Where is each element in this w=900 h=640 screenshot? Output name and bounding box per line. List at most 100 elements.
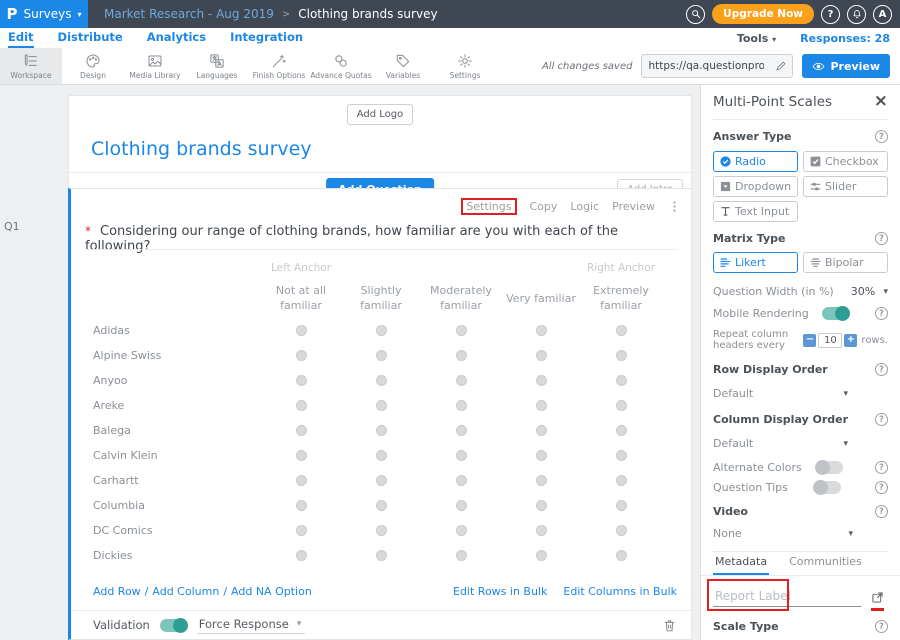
validation-toggle[interactable]	[160, 619, 187, 632]
radio-option[interactable]	[616, 425, 627, 436]
search-icon[interactable]	[686, 5, 705, 24]
help-icon[interactable]: ?	[875, 461, 888, 474]
radio-option[interactable]	[456, 550, 467, 561]
upgrade-now-button[interactable]: Upgrade Now	[712, 4, 814, 24]
help-icon[interactable]: ?	[875, 130, 888, 143]
survey-url-input[interactable]	[642, 60, 770, 72]
radio-option[interactable]	[456, 475, 467, 486]
radio-option[interactable]	[536, 375, 547, 386]
breadcrumb-parent[interactable]: Market Research - Aug 2019	[104, 7, 274, 21]
radio-option[interactable]	[296, 325, 307, 336]
radio-option[interactable]	[456, 425, 467, 436]
video-select[interactable]: None ▾	[713, 527, 853, 540]
radio-option[interactable]	[296, 500, 307, 511]
row-display-order-select[interactable]: Default ▾	[713, 387, 848, 400]
radio-option[interactable]	[456, 450, 467, 461]
radio-option[interactable]	[456, 500, 467, 511]
radio-option[interactable]	[616, 475, 627, 486]
radio-option[interactable]	[616, 375, 627, 386]
question-width-value[interactable]: 30%	[851, 285, 875, 298]
radio-option[interactable]	[376, 550, 387, 561]
help-button[interactable]: ?	[821, 5, 840, 24]
radio-option[interactable]	[456, 375, 467, 386]
help-icon[interactable]: ?	[875, 505, 888, 518]
survey-title[interactable]: Clothing brands survey	[91, 138, 691, 160]
edit-url-pencil-icon[interactable]	[770, 55, 792, 77]
answer-type-option-radio[interactable]: Radio	[713, 151, 798, 172]
radio-option[interactable]	[616, 400, 627, 411]
toolbar-item-media-library[interactable]: Media Library	[124, 48, 186, 84]
radio-option[interactable]	[536, 450, 547, 461]
question-tips-toggle[interactable]	[814, 481, 841, 494]
radio-option[interactable]	[296, 425, 307, 436]
matrix-type-option-likert[interactable]: Likert	[713, 252, 798, 273]
radio-option[interactable]	[296, 475, 307, 486]
question-action-copy[interactable]: Copy	[530, 200, 558, 213]
toolbar-item-finish-options[interactable]: Finish Options	[248, 48, 310, 84]
radio-option[interactable]	[376, 450, 387, 461]
help-icon[interactable]: ?	[875, 307, 888, 320]
add-logo-button[interactable]: Add Logo	[347, 104, 414, 125]
radio-option[interactable]	[376, 500, 387, 511]
radio-option[interactable]	[456, 525, 467, 536]
answer-type-option-text-input[interactable]: Text Input	[713, 201, 798, 222]
radio-option[interactable]	[296, 525, 307, 536]
help-icon[interactable]: ?	[875, 232, 888, 245]
radio-option[interactable]	[296, 450, 307, 461]
toolbar-item-design[interactable]: Design	[62, 48, 124, 84]
preview-button[interactable]: Preview	[802, 54, 890, 78]
nav-tab-distribute[interactable]: Distribute	[58, 28, 123, 48]
nav-tab-integration[interactable]: Integration	[230, 28, 303, 48]
radio-option[interactable]	[296, 350, 307, 361]
radio-option[interactable]	[536, 525, 547, 536]
answer-type-option-slider[interactable]: Slider	[803, 176, 888, 197]
radio-option[interactable]	[456, 325, 467, 336]
radio-option[interactable]	[376, 350, 387, 361]
column-display-order-select[interactable]: Default ▾	[713, 437, 848, 450]
help-icon[interactable]: ?	[875, 363, 888, 376]
add-column-link[interactable]: Add Column	[152, 585, 219, 598]
radio-option[interactable]	[296, 400, 307, 411]
radio-option[interactable]	[536, 325, 547, 336]
radio-option[interactable]	[456, 400, 467, 411]
responses-count[interactable]: Responses: 28	[800, 32, 890, 45]
radio-option[interactable]	[376, 425, 387, 436]
plus-button[interactable]: +	[844, 334, 857, 347]
radio-option[interactable]	[536, 425, 547, 436]
validation-type-dropdown[interactable]: Force Response ▾	[197, 617, 306, 634]
radio-option[interactable]	[376, 375, 387, 386]
more-options-kebab-icon[interactable]	[668, 200, 681, 213]
toolbar-item-variables[interactable]: Variables	[372, 48, 434, 84]
matrix-type-option-bipolar[interactable]: Bipolar	[803, 252, 888, 273]
radio-option[interactable]	[296, 550, 307, 561]
chevron-down-icon[interactable]: ▾	[883, 287, 888, 297]
nav-tab-analytics[interactable]: Analytics	[147, 28, 206, 48]
tools-menu[interactable]: Tools ▾	[737, 32, 776, 45]
tab-metadata[interactable]: Metadata	[713, 551, 769, 575]
mobile-rendering-toggle[interactable]	[822, 307, 849, 320]
radio-option[interactable]	[536, 500, 547, 511]
minus-button[interactable]: −	[803, 334, 816, 347]
radio-option[interactable]	[536, 550, 547, 561]
radio-option[interactable]	[536, 475, 547, 486]
close-icon[interactable]: ×	[874, 93, 888, 110]
alternate-colors-toggle[interactable]	[816, 461, 843, 474]
notifications-bell-icon[interactable]	[847, 5, 866, 24]
help-icon[interactable]: ?	[875, 620, 888, 633]
radio-option[interactable]	[616, 450, 627, 461]
add-na-option-link[interactable]: Add NA Option	[231, 585, 312, 598]
edit-columns-in-bulk-link[interactable]: Edit Columns in Bulk	[563, 585, 677, 598]
add-row-link[interactable]: Add Row	[93, 585, 141, 598]
answer-type-option-dropdown[interactable]: Dropdown	[713, 176, 798, 197]
account-avatar[interactable]: A	[873, 5, 892, 24]
radio-option[interactable]	[616, 350, 627, 361]
radio-option[interactable]	[616, 550, 627, 561]
radio-option[interactable]	[376, 400, 387, 411]
radio-option[interactable]	[296, 375, 307, 386]
radio-option[interactable]	[536, 400, 547, 411]
report-label-input[interactable]	[713, 586, 861, 607]
question-action-settings[interactable]: Settings	[461, 198, 516, 215]
radio-option[interactable]	[616, 325, 627, 336]
radio-option[interactable]	[376, 475, 387, 486]
toolbar-item-workspace[interactable]: Workspace	[0, 48, 62, 84]
